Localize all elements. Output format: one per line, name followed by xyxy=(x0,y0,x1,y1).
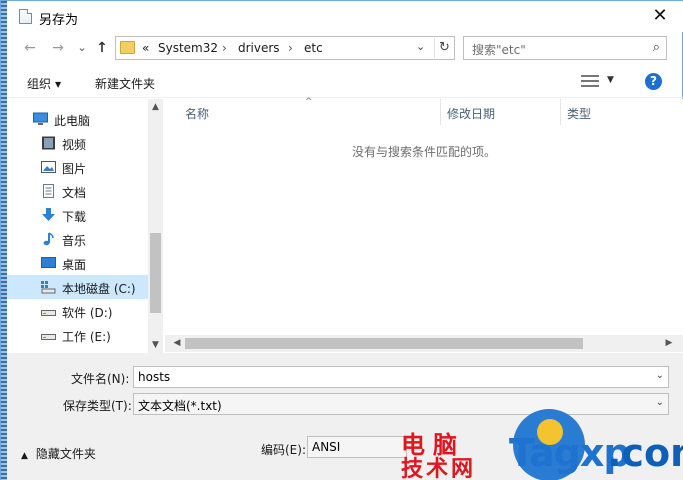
sort-ascending-icon: ^ xyxy=(305,97,313,107)
column-header-label: 修改日期 xyxy=(447,107,496,121)
drive-c-icon xyxy=(41,281,56,294)
sidebar-item-music[interactable]: 音乐 xyxy=(7,227,148,251)
search-icon[interactable]: ⌕ xyxy=(653,40,660,55)
chevron-down-icon[interactable]: ⌄ xyxy=(656,370,664,381)
filename-label: 文件名(N): xyxy=(71,372,130,386)
refresh-icon[interactable]: ↻ xyxy=(434,38,454,58)
site-watermark: 电脑 技术网 Tagxp .com xyxy=(397,409,683,480)
save-as-dialog: 另存为 ✕ ← → ⌄ ↑ « System32 › drivers › etc… xyxy=(0,0,683,480)
forward-button[interactable]: → xyxy=(49,39,67,57)
breadcrumb-separator[interactable]: › xyxy=(288,41,293,55)
view-options-icon[interactable] xyxy=(581,74,599,88)
sidebar-item-downloads[interactable]: 下载 xyxy=(7,203,148,227)
column-header-date-modified[interactable]: 修改日期 xyxy=(441,99,561,125)
column-header-type[interactable]: 类型 xyxy=(561,99,683,125)
search-input[interactable]: 搜索"etc" xyxy=(472,41,526,58)
folder-icon xyxy=(120,41,135,54)
watermark-domain-suffix: .com xyxy=(607,431,683,475)
breadcrumb-drivers[interactable]: drivers xyxy=(238,41,280,55)
filename-field[interactable]: hosts ⌄ xyxy=(133,366,669,388)
hide-folders-label: 隐藏文件夹 xyxy=(35,447,96,461)
scrollbar-thumb[interactable] xyxy=(150,233,161,313)
sidebar-item-label: 视频 xyxy=(62,138,87,152)
scroll-down-icon[interactable]: ▼ xyxy=(148,337,163,353)
sidebar-item-videos[interactable]: 视频 xyxy=(7,131,148,155)
sidebar-item-label: 桌面 xyxy=(62,258,87,272)
back-button[interactable]: ← xyxy=(21,39,39,57)
encoding-select[interactable]: ANSI xyxy=(307,436,407,458)
sidebar-item-label: 本地磁盘 (C:) xyxy=(62,282,136,296)
save-type-select[interactable]: 文本文档(*.txt) ⌄ xyxy=(133,393,669,415)
close-button[interactable]: ✕ xyxy=(649,5,671,27)
file-list-scrollbar[interactable]: ◀ ▶ xyxy=(165,335,683,352)
organize-label: 组织 xyxy=(27,77,52,91)
save-type-value: 文本文档(*.txt) xyxy=(138,399,222,413)
sidebar-item-label: 此电脑 xyxy=(54,114,91,128)
recent-locations-caret[interactable]: ⌄ xyxy=(73,39,91,57)
column-header-label: 名称 xyxy=(185,107,210,121)
sidebar-item-drive-d[interactable]: 软件 (D:) xyxy=(7,299,148,323)
sidebar-item-local-disk-c[interactable]: 本地磁盘 (C:) xyxy=(7,275,148,299)
scroll-right-icon[interactable]: ▶ xyxy=(661,335,677,352)
chevron-down-icon[interactable]: ⌄ xyxy=(656,397,664,408)
notepad-icon xyxy=(19,9,32,24)
scroll-left-icon[interactable]: ◀ xyxy=(169,335,185,352)
sidebar-item-label: 软件 (D:) xyxy=(62,306,113,320)
search-box[interactable]: 搜索"etc" ⌕ xyxy=(463,36,667,60)
organize-button[interactable]: 组织 ▼ xyxy=(27,75,61,92)
filename-input[interactable]: hosts xyxy=(138,370,170,384)
title-bar: 另存为 ✕ xyxy=(7,1,683,32)
help-icon[interactable]: ? xyxy=(645,73,662,90)
save-type-label: 保存类型(T): xyxy=(63,399,132,413)
picture-icon xyxy=(41,161,56,173)
encoding-value: ANSI xyxy=(312,440,341,454)
sidebar-item-label: 音乐 xyxy=(62,234,87,248)
hide-folders-toggle[interactable]: ▲ 隐藏文件夹 xyxy=(21,445,96,462)
column-header-name[interactable]: 名称 ^ xyxy=(165,97,441,125)
command-bar: 组织 ▼ 新建文件夹 ▼ ? xyxy=(7,66,683,98)
sidebar-item-this-pc[interactable]: 此电脑 xyxy=(7,107,148,131)
chevron-down-icon: ▼ xyxy=(55,80,62,89)
breadcrumb-etc[interactable]: etc xyxy=(304,41,323,55)
sidebar-item-label: 下载 xyxy=(62,210,87,224)
breadcrumb-system32[interactable]: System32 xyxy=(158,41,218,55)
video-icon xyxy=(42,136,55,150)
scroll-up-icon[interactable]: ▲ xyxy=(148,99,163,115)
music-icon xyxy=(43,232,54,246)
sidebar-item-label: 文档 xyxy=(62,186,87,200)
sidebar-item-desktop[interactable]: 桌面 xyxy=(7,251,148,275)
chevron-up-icon: ▲ xyxy=(21,451,28,461)
scrollbar-thumb[interactable] xyxy=(185,338,583,349)
view-dropdown-icon[interactable]: ▼ xyxy=(607,75,614,85)
address-bar[interactable]: « System32 › drivers › etc ⌄ ↻ xyxy=(115,36,455,60)
drive-icon xyxy=(41,310,56,316)
column-header-label: 类型 xyxy=(567,107,592,121)
sidebar-item-label: 工作 (E:) xyxy=(62,330,111,344)
empty-folder-message: 没有与搜索条件匹配的项。 xyxy=(351,145,496,159)
sidebar-item-documents[interactable]: 文档 xyxy=(7,179,148,203)
drive-icon xyxy=(41,334,56,340)
download-icon xyxy=(42,208,55,221)
address-overflow[interactable]: « xyxy=(142,41,149,55)
address-dropdown-icon[interactable]: ⌄ xyxy=(416,40,425,53)
sidebar-item-label: 图片 xyxy=(62,162,87,176)
sidebar-item-drive-e[interactable]: 工作 (E:) xyxy=(7,323,148,347)
up-button[interactable]: ↑ xyxy=(93,39,111,57)
encoding-label: 编码(E): xyxy=(261,443,306,457)
breadcrumb-separator[interactable]: › xyxy=(222,41,227,55)
navigation-bar: ← → ⌄ ↑ « System32 › drivers › etc ⌄ ↻ 搜… xyxy=(7,32,683,64)
file-list: 名称 ^ 修改日期 类型 没有与搜索条件匹配的项。 ◀ ▶ xyxy=(165,97,683,353)
navigation-pane: 此电脑 视频 图片 文档 下载 音乐 桌面 本地磁盘 (C:) 软件 (D:) … xyxy=(7,99,163,353)
desktop-icon xyxy=(41,257,56,268)
sidebar-item-pictures[interactable]: 图片 xyxy=(7,155,148,179)
new-folder-button[interactable]: 新建文件夹 xyxy=(95,75,155,92)
window-title: 另存为 xyxy=(39,13,79,28)
navigation-pane-scrollbar[interactable]: ▲ ▼ xyxy=(148,99,163,353)
document-icon xyxy=(43,184,54,198)
watermark-text-cn: 技术网 xyxy=(401,457,477,480)
computer-icon xyxy=(33,112,48,125)
